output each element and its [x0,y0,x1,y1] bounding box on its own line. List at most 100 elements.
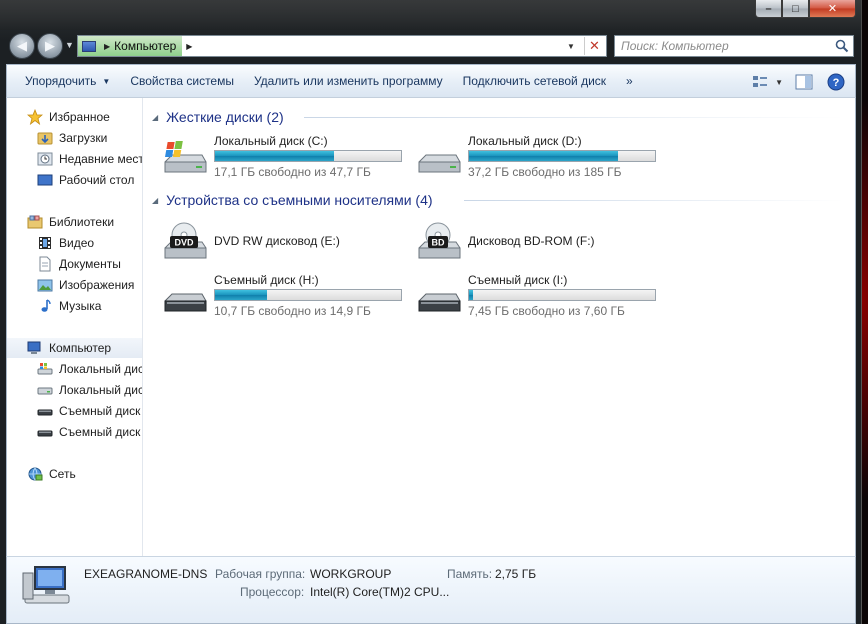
sidebar-item-label: Изображения [59,278,135,292]
breadcrumb[interactable]: ▶ Компьютер [78,36,183,56]
workgroup-label: Рабочая группа: [215,567,306,581]
sidebar-favorites-label: Избранное [49,110,110,124]
desktop-icon [37,174,53,186]
sidebar-item-drive-h[interactable]: Съемный диск (H:) [7,401,142,421]
navigation-bar: ◀ ▶ ▼ ▶ Компьютер ▶ ▼ ✕ Поиск: Компьютер [0,30,862,62]
removable-drive-icon [164,293,207,312]
sidebar-item-label: Загрузки [59,131,108,145]
sidebar-item-label: Съемный диск (H:) [59,404,142,418]
downloads-folder-icon [37,132,53,145]
computer-icon [82,40,96,52]
file-list: ◢ Жесткие диски (2) Локальный диск (C:) [144,98,855,556]
sidebar-item-drive-d[interactable]: Локальный диск (D:) [7,380,142,400]
windows-drive-icon [164,141,207,173]
uninstall-program-button[interactable]: Удалить или изменить программу [244,68,453,94]
sidebar-item-recent[interactable]: Недавние места [7,149,142,169]
title-bar[interactable]: – □ ✕ [0,0,862,30]
maximize-button[interactable]: □ [782,0,809,18]
sidebar-libraries[interactable]: Библиотеки [7,212,142,232]
drive-name: Локальный диск (D:) [468,134,582,148]
map-network-drive-button[interactable]: Подключить сетевой диск [453,68,616,94]
sidebar-item-label: Локальный диск (C:) [59,362,142,376]
recent-places-icon [37,152,53,166]
back-button[interactable]: ◀ [9,33,35,59]
documents-icon [39,256,51,272]
details-pane: EXEAGRANOME-DNS Рабочая группа: WORKGROU… [6,556,856,624]
drive-usage-fill [469,290,473,300]
change-view-icon[interactable] [751,73,773,91]
sidebar-item-drive-c[interactable]: Локальный диск (C:) [7,359,142,379]
view-controls: ▼ ? [741,69,847,95]
close-button[interactable]: ✕ [809,0,856,18]
windows-drive-icon [37,363,53,375]
drive-usage-fill [469,151,618,161]
minimize-button[interactable]: – [755,0,782,18]
sidebar-item-label: Съемный диск (I:) [59,425,142,439]
view-dropdown-icon[interactable]: ▼ [775,78,783,87]
collapse-icon[interactable]: ◢ [152,196,158,205]
star-icon [27,109,43,125]
sidebar-item-pictures[interactable]: Изображения [7,275,142,295]
group-divider [464,200,844,201]
removable-drive-icon [37,409,53,416]
system-properties-button[interactable]: Свойства системы [120,68,244,94]
breadcrumb-separator-icon[interactable]: ▶ [104,42,110,51]
sidebar-item-documents[interactable]: Документы [7,254,142,274]
drive-item-d[interactable]: Локальный диск (D:) 37,2 ГБ свободно из … [416,132,666,180]
drive-free-space: 7,45 ГБ свободно из 7,60 ГБ [468,304,625,318]
organize-button[interactable]: Упорядочить ▼ [15,68,120,94]
drive-item-e[interactable]: DVD DVD RW дисковод (E:) [162,216,412,264]
drive-name: Дисковод BD-ROM (F:) [468,234,595,248]
group-title: Устройства со съемными носителями (4) [166,192,433,208]
history-dropdown-icon[interactable]: ▼ [65,40,74,50]
sidebar-libraries-label: Библиотеки [49,215,115,229]
bd-badge: BD [432,238,445,248]
sidebar-item-label: Видео [59,236,95,250]
removable-drive-icon [37,430,53,437]
svg-text:?: ? [833,77,840,89]
preview-pane-icon[interactable] [793,73,815,91]
hard-drive-icon [37,387,53,395]
more-commands-button[interactable]: » [616,68,643,94]
breadcrumb-computer[interactable]: Компьютер [114,39,176,53]
memory-value: 2,75 ГБ [495,567,537,581]
group-header-removable[interactable]: ◢ Устройства со съемными носителями (4) [152,189,433,211]
drive-item-f[interactable]: BD Дисковод BD-ROM (F:) [416,216,666,264]
sidebar-item-video[interactable]: Видео [7,233,142,253]
sidebar-item-downloads[interactable]: Загрузки [7,128,142,148]
collapse-icon[interactable]: ◢ [152,113,158,122]
sidebar-favorites[interactable]: Избранное [7,107,142,127]
drive-usage-bar [468,289,656,301]
forward-button[interactable]: ▶ [37,33,63,59]
sidebar-network[interactable]: Сеть [7,464,142,484]
drive-free-space: 17,1 ГБ свободно из 47,7 ГБ [214,165,371,179]
music-icon [41,299,51,312]
search-input[interactable]: Поиск: Компьютер [614,35,854,57]
group-header-hard-drives[interactable]: ◢ Жесткие диски (2) [152,106,284,128]
sidebar-computer[interactable]: Компьютер [7,338,142,358]
drive-item-c[interactable]: Локальный диск (C:) 17,1 ГБ свободно из … [162,132,412,180]
sidebar-item-desktop[interactable]: Рабочий стол [7,170,142,190]
search-icon[interactable] [835,39,849,53]
help-icon[interactable]: ? [825,73,847,91]
computer-icon [27,341,41,354]
drive-name: Съемный диск (I:) [468,273,568,287]
drive-item-i[interactable]: Съемный диск (I:) 7,45 ГБ свободно из 7,… [416,271,666,319]
drive-usage-fill [215,151,335,161]
command-bar: Упорядочить ▼ Свойства системы Удалить и… [6,64,856,98]
breadcrumb-expand-icon[interactable]: ▶ [186,42,192,51]
group-title: Жесткие диски (2) [166,109,284,125]
bd-drive-icon: BD [418,222,461,259]
drive-name: Локальный диск (C:) [214,134,328,148]
address-bar[interactable]: ▶ Компьютер ▶ ▼ ✕ [77,35,607,57]
drive-usage-bar [214,150,402,162]
drive-usage-bar [468,150,656,162]
drive-name: DVD RW дисковод (E:) [214,234,340,248]
pictures-icon [37,279,53,292]
sidebar-item-music[interactable]: Музыка [7,296,142,316]
sidebar-item-drive-i[interactable]: Съемный диск (I:) [7,422,142,442]
address-dropdown-icon[interactable]: ▼ [562,36,580,56]
stop-icon[interactable]: ✕ [584,37,604,55]
dvd-drive-icon: DVD [164,222,207,259]
drive-item-h[interactable]: Съемный диск (H:) 10,7 ГБ свободно из 14… [162,271,412,319]
